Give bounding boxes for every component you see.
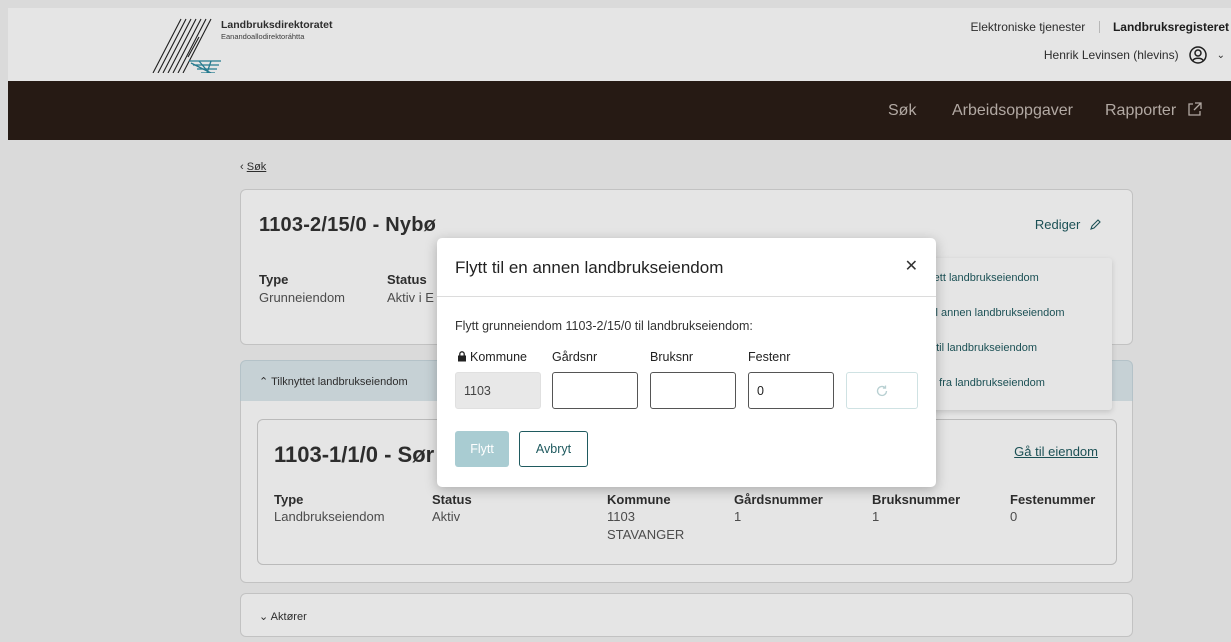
farm-label: Gårdsnr <box>552 350 598 364</box>
farm-number-input[interactable] <box>552 372 638 409</box>
close-icon[interactable]: ✕ <box>905 256 918 276</box>
move-button[interactable]: Flytt <box>455 431 509 467</box>
lease-number-input[interactable] <box>748 372 834 409</box>
use-number-input[interactable] <box>650 372 736 409</box>
refresh-button[interactable] <box>846 372 918 409</box>
modal-title: Flytt til en annen landbrukseiendom <box>455 258 724 277</box>
modal-divider <box>437 296 936 297</box>
municipality-input <box>455 372 541 409</box>
cancel-button[interactable]: Avbryt <box>519 431 588 467</box>
move-modal: Flytt til en annen landbrukseiendom ✕ Fl… <box>437 238 936 487</box>
municipality-label: Kommune <box>457 350 527 364</box>
municipality-label-text: Kommune <box>470 350 527 364</box>
modal-description: Flytt grunneiendom 1103-2/15/0 til landb… <box>455 319 753 333</box>
lock-icon <box>458 351 466 362</box>
refresh-icon <box>876 385 888 396</box>
use-label: Bruksnr <box>650 350 694 364</box>
lease-label: Festenr <box>748 350 791 364</box>
